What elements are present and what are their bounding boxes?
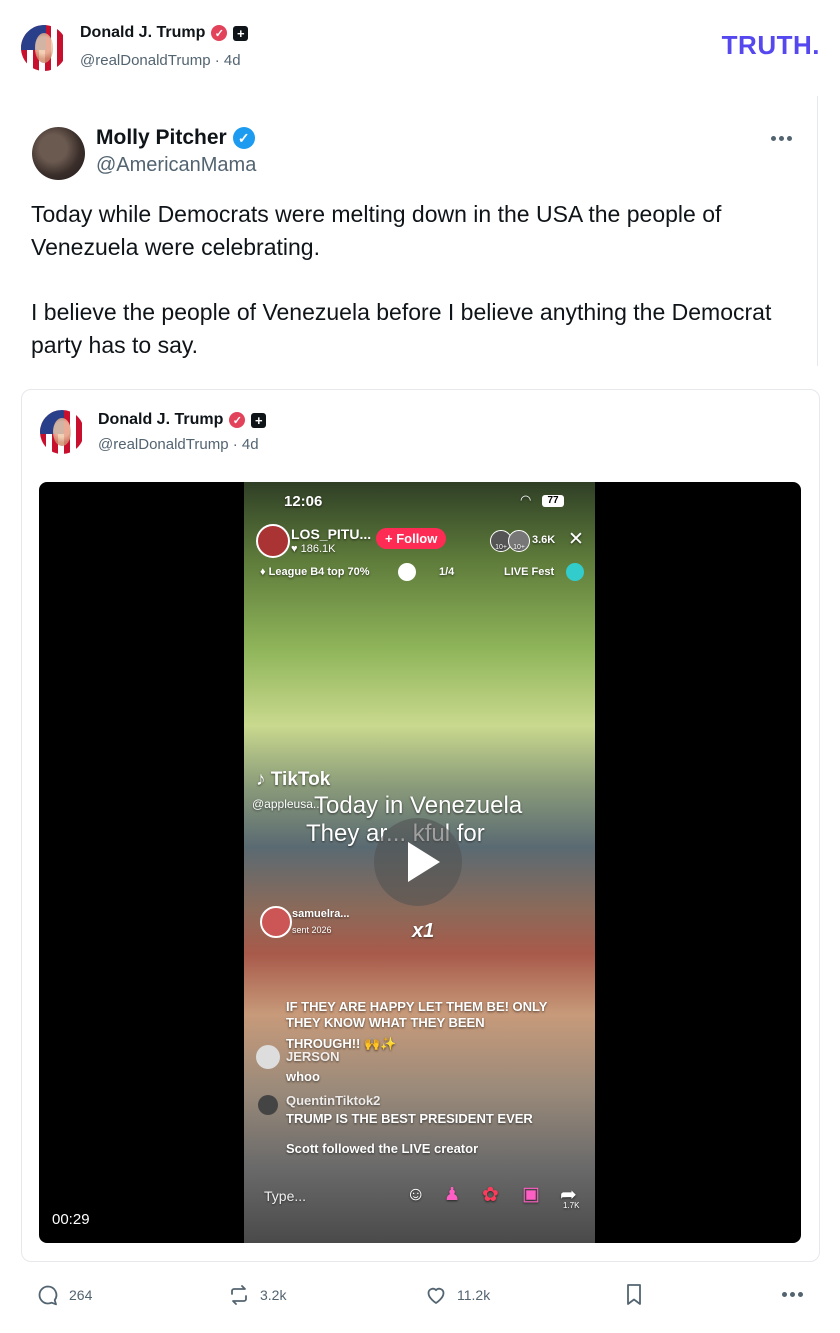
tiktok-logo: ♪ TikTok (256, 769, 331, 790)
rose-icon: ✿ (482, 1184, 499, 1206)
play-icon (408, 842, 440, 882)
viewer-avatars: 10+ 10+ (490, 530, 530, 552)
viewer-count: 3.6K (532, 534, 556, 546)
reply-icon (38, 1285, 58, 1306)
multi-guest-icon: ♟ (444, 1184, 461, 1204)
embedded-author-header: Donald J. Trump ✓ + (98, 411, 267, 429)
gift-sent: sent 2026 (292, 925, 332, 935)
emoji-icon: ☺ (406, 1184, 426, 1205)
comment-3-text: TRUMP IS THE BEST PRESIDENT EVER (286, 1111, 533, 1126)
embedded-author-handle[interactable]: @realDonaldTrump (98, 436, 229, 453)
page-indicator: 1/4 (439, 566, 455, 578)
embedded-author-avatar[interactable] (40, 410, 84, 454)
retruth-button[interactable]: 3.2k (228, 1284, 286, 1306)
quoted-author-avatar[interactable] (32, 127, 85, 180)
plus-badge-icon: + (251, 412, 267, 428)
comment-3-user: QuentinTiktok2 (286, 1093, 381, 1108)
video-player[interactable]: 12:06 77 ◠ LOS_PITU... ♥ 186.1K + Follow… (39, 482, 801, 1243)
gift-user-avatar (260, 906, 292, 938)
streamer-name: LOS_PITU... (291, 526, 372, 542)
author-name[interactable]: Donald J. Trump (80, 24, 205, 42)
battery-icon: 77 (542, 495, 564, 507)
post-paragraph-2: I believe the people of Venezuela before… (31, 299, 772, 358)
type-input: Type... (264, 1188, 307, 1204)
comment-4: Scott followed the LIVE creator (286, 1141, 479, 1156)
video-duration: 00:29 (52, 1211, 90, 1228)
bookmark-button[interactable] (624, 1283, 644, 1312)
embedded-post-card[interactable]: Donald J. Trump ✓ + @realDonaldTrump · 4… (21, 389, 820, 1262)
play-button[interactable] (374, 818, 462, 906)
comment-2-user: JERSON (286, 1049, 340, 1064)
quoted-post-text: Today while Democrats were melting down … (31, 198, 801, 362)
plus-badge-icon: + (233, 25, 249, 41)
like-icon (427, 1287, 445, 1304)
comment-2-text: whoo (286, 1069, 320, 1084)
wifi-icon: ◠ (520, 492, 532, 507)
close-icon: ✕ (568, 529, 584, 550)
gift-icon: ▣ (522, 1184, 540, 1205)
battery-level: 77 (547, 495, 559, 506)
quoted-author-handle[interactable]: @AmericanMama (96, 154, 256, 177)
league-label: ♦ League B4 top 70% (260, 566, 370, 578)
tiktok-label: TikTok (270, 769, 331, 790)
league-text: League B4 top 70% (268, 566, 370, 578)
video-caption-1: Today in Venezuela (314, 792, 523, 819)
author-meta: @realDonaldTrump · 4d (80, 52, 241, 69)
verified-blue-icon: ✓ (232, 127, 255, 149)
retruth-icon (231, 1285, 247, 1305)
post-more-icon[interactable] (782, 1292, 803, 1297)
viewer-badge: 10+ (508, 530, 530, 552)
embedded-post-time[interactable]: 4d (242, 436, 259, 453)
reply-button[interactable]: 264 (37, 1284, 92, 1306)
comment-1a: IF THEY ARE HAPPY LET THEM BE! ONLY (286, 999, 548, 1014)
gift-multiplier: x1 (412, 920, 435, 942)
reply-count: 264 (69, 1287, 93, 1303)
separator: · (214, 52, 220, 69)
streamer-avatar (256, 524, 290, 558)
truth-logo[interactable]: TRUTH. (722, 30, 820, 61)
streamer-likes-value: 186.1K (300, 543, 336, 555)
author-handle[interactable]: @realDonaldTrump (80, 52, 211, 69)
post-paragraph-1: Today while Democrats were melting down … (31, 201, 722, 260)
like-button[interactable]: 11.2k (425, 1284, 490, 1306)
post-time[interactable]: 4d (224, 52, 241, 69)
separator: · (232, 436, 238, 453)
video-clock: 12:06 (284, 493, 323, 510)
comment-1b: THEY KNOW WHAT THEY BEEN (286, 1015, 485, 1030)
embedded-author-meta: @realDonaldTrump · 4d (98, 436, 259, 453)
share-count: 1.7K (563, 1201, 580, 1210)
bookmark-icon (627, 1284, 641, 1305)
comment-avatar (258, 1095, 278, 1115)
league-icon (398, 563, 416, 581)
author-avatar[interactable] (21, 25, 67, 71)
gift-user: samuelra... (292, 908, 350, 920)
live-fest-icon (566, 563, 584, 581)
verified-red-icon: ✓ (211, 25, 228, 41)
quoted-author-header: Molly Pitcher ✓ (96, 126, 255, 150)
like-count: 11.2k (457, 1287, 491, 1303)
streamer-likes: ♥ 186.1K (291, 543, 336, 555)
divider (817, 96, 818, 366)
tiktok-handle: @appleusa... (252, 797, 323, 811)
more-icon[interactable] (771, 136, 792, 141)
live-fest-label: LIVE Fest (504, 566, 555, 578)
follow-button: + Follow (376, 528, 447, 549)
embedded-author-name[interactable]: Donald J. Trump (98, 411, 223, 429)
retruth-count: 3.2k (260, 1287, 287, 1303)
author-header: Donald J. Trump ✓ + (80, 24, 249, 42)
comment-avatar (256, 1045, 280, 1069)
quoted-author-name[interactable]: Molly Pitcher (96, 126, 227, 150)
verified-red-icon: ✓ (229, 412, 246, 428)
